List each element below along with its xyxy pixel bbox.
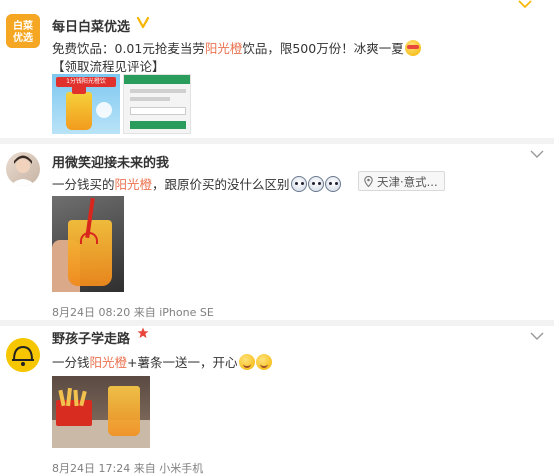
source-prefix: 来自 (133, 306, 156, 319)
post-meta: 8月24日 08:20 来自 iPhone SE (52, 304, 214, 320)
username[interactable]: 用微笑迎接未来的我 (52, 152, 169, 171)
highlight-keyword[interactable]: 阳光橙 (90, 355, 128, 370)
doge-emoji-icon (324, 176, 341, 192)
post-photo[interactable] (52, 196, 124, 292)
location-tag[interactable]: 天津·意式... (358, 171, 445, 191)
location-pin-icon (364, 176, 373, 187)
svg-text:白菜: 白菜 (13, 19, 34, 32)
post-time[interactable]: 8月24日 08:20 (52, 306, 130, 319)
chevron-down-icon[interactable] (518, 0, 532, 10)
post-1: 白菜 优选 每日白菜优选 免费饮品：0.01元抢麦当劳阳光橙饮品，限500万份！… (0, 0, 554, 140)
chevron-down-icon[interactable] (530, 150, 544, 160)
image-thumbnail-1[interactable]: 1分钱阳光橙饮 (52, 74, 120, 134)
post-text: 一分钱买的阳光橙，跟原价买的没什么区别 (52, 174, 341, 193)
post-2: 用微笑迎接未来的我 一分钱买的阳光橙，跟原价买的没什么区别 天津·意式... 8… (0, 144, 554, 319)
star-badge-icon (137, 327, 149, 338)
verified-icon (136, 16, 150, 29)
source-prefix: 来自 (133, 462, 156, 475)
cool-emoji-icon (404, 40, 421, 56)
avatar[interactable] (6, 338, 40, 372)
avatar[interactable] (6, 152, 40, 186)
doge-emoji-icon (290, 176, 307, 192)
post-source[interactable]: iPhone SE (159, 306, 214, 319)
highlight-keyword[interactable]: 阳光橙 (205, 41, 243, 56)
location-label: 天津·意式... (377, 175, 438, 189)
image-thumbnail-2[interactable] (123, 74, 191, 134)
post-photo[interactable] (52, 376, 150, 448)
post-text-line-1: 免费饮品：0.01元抢麦当劳阳光橙饮品，限500万份！冰爽一夏 (52, 38, 421, 57)
chevron-down-icon[interactable] (530, 332, 544, 342)
smile-emoji-icon (238, 354, 255, 370)
svg-text:优选: 优选 (13, 31, 33, 44)
post-text: 一分钱阳光橙+薯条一送一，开心 (52, 352, 272, 371)
doge-emoji-icon (307, 176, 324, 192)
bell-logo-icon (6, 338, 40, 372)
post-source[interactable]: 小米手机 (159, 462, 203, 475)
post-time[interactable]: 8月24日 17:24 (52, 462, 130, 475)
username[interactable]: 野孩子学走路 (52, 328, 130, 347)
baicai-logo-icon: 白菜 优选 (6, 14, 40, 48)
post-text-line-2: 【领取流程见评论】 (52, 59, 165, 74)
highlight-keyword[interactable]: 阳光橙 (115, 177, 153, 192)
post-meta: 8月24日 17:24 来自 小米手机 (52, 460, 203, 476)
username[interactable]: 每日白菜优选 (52, 16, 130, 35)
avatar[interactable]: 白菜 优选 (6, 14, 40, 48)
thumb-banner: 1分钱阳光橙饮 (56, 77, 116, 87)
user-photo-icon (10, 155, 36, 186)
smile-emoji-icon (255, 354, 272, 370)
post-3: 野孩子学走路 一分钱阳光橙+薯条一送一，开心 8月24日 17:24 来自 小米… (0, 326, 554, 476)
